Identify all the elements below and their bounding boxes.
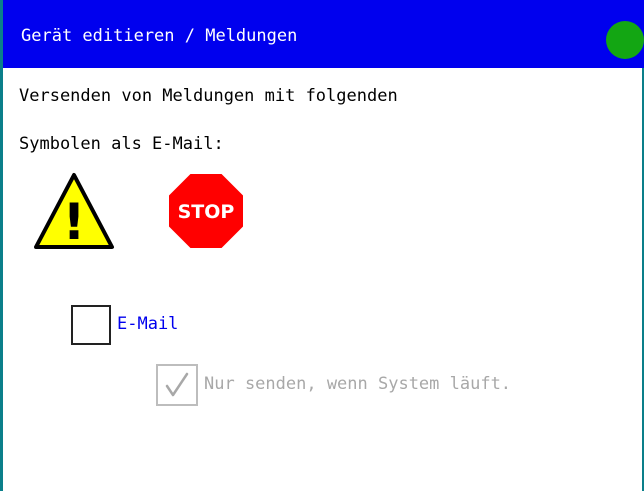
warning-glyph: !	[63, 193, 86, 250]
app-window: Gerät editieren / Meldungen Versenden vo…	[0, 0, 644, 491]
stop-label: STOP	[178, 201, 235, 223]
warning-icon: !	[34, 173, 114, 250]
send-only-when-running-checkbox	[156, 364, 198, 406]
status-indicator	[606, 21, 644, 59]
page-title: Gerät editieren / Meldungen	[21, 26, 298, 46]
title-bar: Gerät editieren / Meldungen	[3, 0, 644, 68]
email-checkbox[interactable]	[71, 305, 111, 345]
checkmark-icon	[165, 372, 189, 397]
description-line-1: Versenden von Meldungen mit folgenden	[19, 86, 398, 106]
email-checkbox-label[interactable]: E-Mail	[117, 314, 178, 334]
send-only-when-running-label: Nur senden, wenn System läuft.	[204, 374, 512, 394]
stop-icon: STOP	[167, 172, 245, 250]
description-line-2: Symbolen als E-Mail:	[19, 134, 224, 154]
